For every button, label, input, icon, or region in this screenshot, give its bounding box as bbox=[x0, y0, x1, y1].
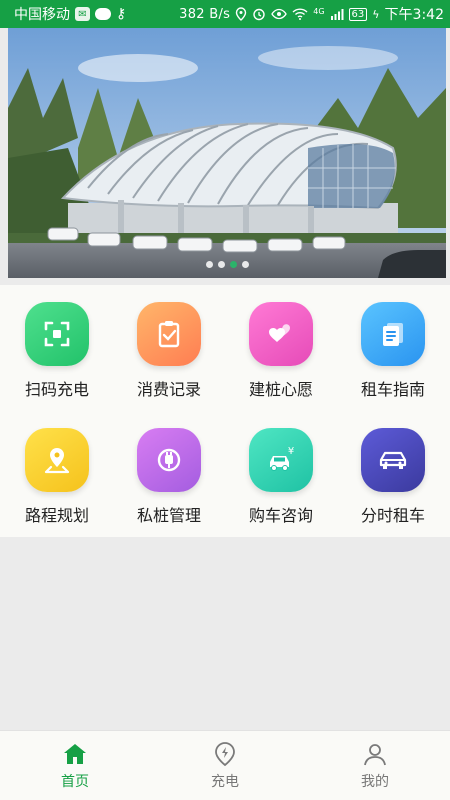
network-speed: 382 B/s bbox=[179, 6, 231, 22]
grid-item-label: 建桩心愿 bbox=[248, 380, 313, 399]
svg-text:¥: ¥ bbox=[288, 446, 294, 457]
car-icon bbox=[379, 451, 407, 469]
record-tile[interactable] bbox=[137, 302, 201, 366]
grid-item-label: 分时租车 bbox=[360, 506, 425, 525]
carousel-dot-active[interactable] bbox=[229, 261, 237, 268]
scan-icon bbox=[44, 321, 70, 347]
grid-item-label: 扫码充电 bbox=[24, 380, 89, 399]
carousel-dots bbox=[8, 261, 446, 268]
grid-item-route-plan[interactable]: 路程规划 bbox=[1, 411, 113, 537]
clock: 下午3:42 bbox=[384, 7, 444, 23]
battery-icon: 63 bbox=[348, 7, 368, 21]
grid-item-rental-guide[interactable]: 租车指南 bbox=[337, 285, 449, 411]
signal-icon bbox=[330, 8, 344, 20]
grid-item-private-pile[interactable]: 私桩管理 bbox=[113, 411, 225, 537]
charging-icon: ϟ bbox=[372, 7, 380, 21]
grid-item-scan-charge[interactable]: 扫码充电 bbox=[1, 285, 113, 411]
document-icon bbox=[383, 323, 403, 346]
clipboard-check-icon bbox=[158, 321, 180, 348]
carousel-dot[interactable] bbox=[217, 261, 225, 268]
nav-label: 我的 bbox=[361, 774, 389, 790]
grid-item-time-rental[interactable]: 分时租车 bbox=[337, 411, 449, 537]
grid-item-car-consult[interactable]: ¥ 购车咨询 bbox=[225, 411, 337, 537]
carrier-name: 中国移动 bbox=[14, 7, 70, 23]
map-pin-icon bbox=[44, 448, 70, 474]
guide-tile[interactable] bbox=[361, 302, 425, 366]
eye-icon bbox=[271, 8, 287, 20]
grid-item-label: 消费记录 bbox=[136, 380, 201, 399]
network-type: 4G bbox=[313, 7, 325, 16]
banner-image bbox=[8, 28, 446, 278]
charge-pin-icon bbox=[215, 742, 235, 767]
home-icon bbox=[64, 744, 86, 764]
plug-icon bbox=[157, 448, 181, 472]
user-icon bbox=[364, 744, 386, 766]
status-left: 中国移动 ✉ ⚷ bbox=[14, 4, 126, 24]
route-tile[interactable] bbox=[25, 428, 89, 492]
alarm-icon bbox=[252, 7, 266, 21]
banner-carousel[interactable] bbox=[8, 28, 446, 278]
grid-item-label: 路程规划 bbox=[24, 506, 89, 525]
status-right: 382 B/s 4G 63 ϟ 下午3:42 bbox=[179, 4, 444, 24]
hearts-icon bbox=[269, 324, 290, 342]
grid-item-label: 购车咨询 bbox=[248, 506, 313, 525]
bottom-nav: 首页 充电 我的 bbox=[0, 730, 450, 800]
app-badge-icon: ✉ bbox=[75, 7, 90, 21]
nav-item-home[interactable]: 首页 bbox=[0, 731, 150, 800]
wish-tile[interactable] bbox=[249, 302, 313, 366]
private-pile-tile[interactable] bbox=[137, 428, 201, 492]
location-icon bbox=[235, 7, 247, 21]
consult-tile[interactable]: ¥ bbox=[249, 428, 313, 492]
status-bar: 中国移动 ✉ ⚷ 382 B/s 4G 63 ϟ 下午3:42 bbox=[0, 0, 450, 28]
carousel-dot[interactable] bbox=[205, 261, 213, 268]
feature-grid: 扫码充电 消费记录 建桩心愿 租车指南 路程规划 私桩管理 ¥ 购车咨询 分时租… bbox=[0, 285, 450, 537]
grid-item-label: 私桩管理 bbox=[136, 506, 201, 525]
grid-item-consumption-record[interactable]: 消费记录 bbox=[113, 285, 225, 411]
feature-panel: 扫码充电 消费记录 建桩心愿 租车指南 路程规划 私桩管理 ¥ 购车咨询 分时租… bbox=[0, 285, 450, 537]
grid-item-label: 租车指南 bbox=[360, 380, 425, 399]
nav-item-mine[interactable]: 我的 bbox=[300, 731, 450, 800]
carousel-dot[interactable] bbox=[241, 261, 249, 268]
car-price-icon: ¥ bbox=[270, 446, 294, 471]
nav-item-charge[interactable]: 充电 bbox=[150, 731, 300, 800]
key-icon: ⚷ bbox=[116, 6, 127, 22]
nav-label: 充电 bbox=[211, 774, 239, 790]
grid-item-pile-wish[interactable]: 建桩心愿 bbox=[225, 285, 337, 411]
scan-tile[interactable] bbox=[25, 302, 89, 366]
wifi-icon bbox=[292, 8, 308, 20]
time-rental-tile[interactable] bbox=[361, 428, 425, 492]
nav-label: 首页 bbox=[61, 774, 89, 790]
chat-icon bbox=[95, 8, 111, 20]
